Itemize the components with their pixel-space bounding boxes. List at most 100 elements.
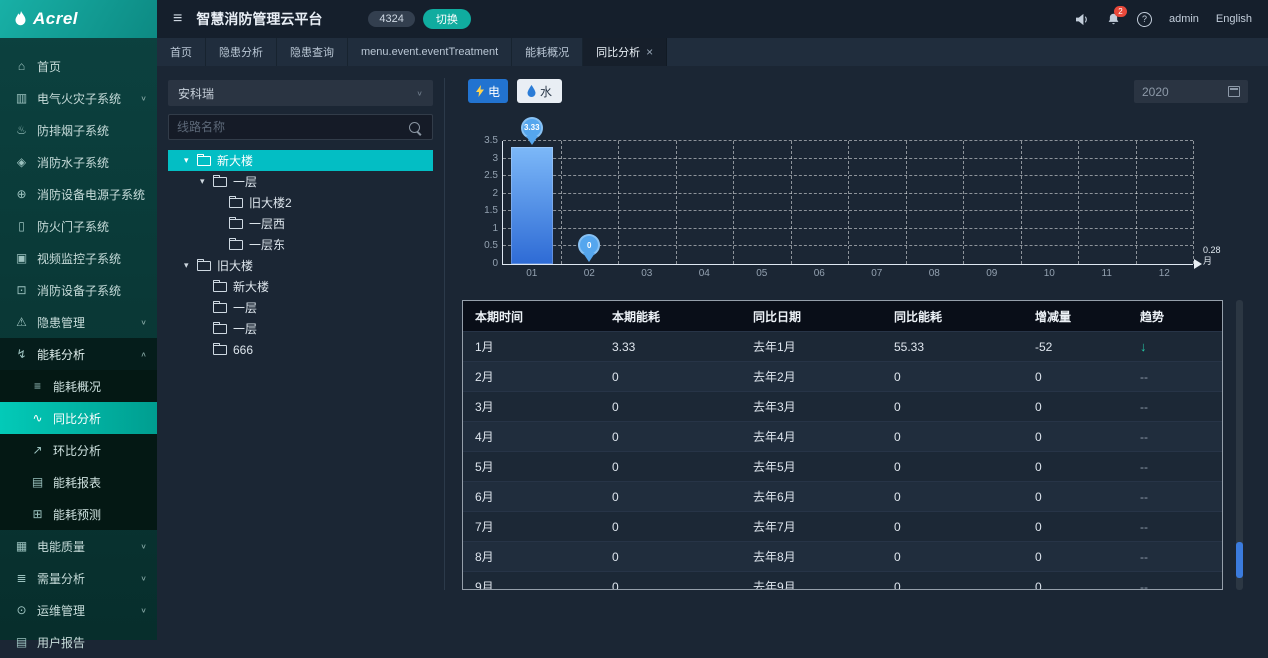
search-icon[interactable]	[409, 122, 420, 133]
folder-icon	[213, 303, 227, 313]
sidebar-item[interactable]: ▤用户报告	[0, 626, 157, 658]
tab[interactable]: 隐患查询	[277, 38, 348, 66]
table-cell: 去年3月	[741, 392, 882, 421]
y-tick-label: 3	[471, 153, 498, 164]
language-switch[interactable]: English	[1216, 13, 1252, 25]
help-icon[interactable]: ?	[1137, 12, 1152, 27]
switch-button[interactable]: 切换	[423, 9, 471, 29]
sidebar-subitem-label: 同比分析	[53, 410, 147, 427]
line-search-input[interactable]	[169, 120, 409, 134]
calendar-icon	[1228, 86, 1240, 97]
sidebar-item-label: 需量分析	[37, 570, 140, 587]
sidebar-item[interactable]: ▣视频监控子系统	[0, 242, 157, 274]
speaker-icon[interactable]	[1075, 13, 1090, 26]
x-tick-label: 07	[848, 268, 906, 279]
chevron-down-icon: ∨	[416, 89, 423, 98]
sidebar-item[interactable]: ⚠隐患管理∨	[0, 306, 157, 338]
tab[interactable]: menu.event.eventTreatment	[348, 38, 512, 66]
tab-bar: 首页隐患分析隐患查询menu.event.eventTreatment能耗概况同…	[157, 38, 1268, 66]
gridline	[791, 141, 792, 264]
tree-node[interactable]: ▾一层	[168, 171, 433, 192]
trend-flat-text: --	[1128, 542, 1222, 571]
tab[interactable]: 能耗概况	[512, 38, 583, 66]
sidebar-item[interactable]: ↯能耗分析∧	[0, 338, 157, 370]
sidebar-item[interactable]: ≣需量分析∨	[0, 562, 157, 594]
table-cell: 0	[882, 542, 1023, 571]
table-cell: 0	[600, 572, 741, 590]
sidebar-item[interactable]: ⊡消防设备子系统	[0, 274, 157, 306]
caret-down-icon[interactable]: ▾	[184, 155, 197, 166]
gridline	[1078, 141, 1079, 264]
user-report-icon: ▤	[14, 635, 29, 649]
sidebar-subitem[interactable]: ∿同比分析	[0, 402, 157, 434]
tab-close-icon[interactable]: ×	[646, 46, 653, 58]
folder-icon	[213, 324, 227, 334]
sidebar-item[interactable]: ▥电气火灾子系统∨	[0, 82, 157, 114]
sidebar-item[interactable]: ⊕消防设备电源子系统	[0, 178, 157, 210]
sidebar-item-label: 视频监控子系统	[37, 250, 147, 267]
org-dropdown[interactable]: 安科瑞 ∨	[168, 80, 433, 106]
sidebar-item-label: 隐患管理	[37, 314, 140, 331]
tree-node[interactable]: 旧大楼2	[168, 192, 433, 213]
tree-node[interactable]: 新大楼	[168, 276, 433, 297]
app-logo[interactable]: Acrel	[0, 0, 157, 38]
sidebar-subitem[interactable]: ⊞能耗预测	[0, 498, 157, 530]
scrollbar-track[interactable]	[1236, 300, 1243, 590]
sidebar-item[interactable]: ◈消防水子系统	[0, 146, 157, 178]
sidebar-item[interactable]: ⌂首页	[0, 50, 157, 82]
bell-icon[interactable]: 2	[1107, 12, 1120, 26]
x-tick-label: 04	[676, 268, 734, 279]
caret-down-icon[interactable]: ▾	[184, 260, 197, 271]
table-cell: 去年9月	[741, 572, 882, 590]
scrollbar-thumb[interactable]	[1236, 542, 1243, 578]
table-cell: 0	[1023, 572, 1128, 590]
sidebar-item-label: 消防设备子系统	[37, 282, 147, 299]
table-cell: 8月	[463, 542, 600, 571]
sidebar-subitem[interactable]: ≡能耗概况	[0, 370, 157, 402]
sidebar-subitem[interactable]: ↗环比分析	[0, 434, 157, 466]
sidebar-subitem[interactable]: ▤能耗报表	[0, 466, 157, 498]
tab[interactable]: 同比分析×	[583, 38, 667, 66]
username[interactable]: admin	[1169, 13, 1199, 25]
y-tick-label: 1	[471, 223, 498, 234]
tree-node[interactable]: ▾旧大楼	[168, 255, 433, 276]
sidebar-item-label: 首页	[37, 58, 147, 75]
table-cell: 9月	[463, 572, 600, 590]
notification-badge: 2	[1114, 6, 1127, 17]
table-header-cell: 本期能耗	[600, 301, 741, 331]
ops-icon: ⊙	[14, 603, 29, 617]
gridline	[561, 141, 562, 264]
power-icon: ⊕	[14, 187, 29, 201]
table-header-cell: 增减量	[1023, 301, 1128, 331]
tab[interactable]: 隐患分析	[206, 38, 277, 66]
tree-node[interactable]: 666	[168, 339, 433, 360]
tree-node[interactable]: 一层东	[168, 234, 433, 255]
chevron-up-icon: ∧	[140, 350, 147, 359]
axis-annotation: 0.28	[1203, 245, 1221, 256]
water-mode-button[interactable]: 水	[517, 79, 562, 103]
electric-mode-label: 电	[488, 83, 500, 100]
x-tick-label: 03	[618, 268, 676, 279]
sidebar-item-label: 能耗分析	[37, 346, 140, 363]
table-cell: 55.33	[882, 332, 1023, 361]
tree-node[interactable]: 一层西	[168, 213, 433, 234]
chevron-down-icon: ∨	[140, 574, 147, 583]
report-icon: ▤	[30, 475, 45, 489]
tab[interactable]: 首页	[157, 38, 206, 66]
tree-node[interactable]: ▾新大楼	[168, 150, 433, 171]
electric-mode-button[interactable]: 电	[468, 79, 508, 103]
sidebar-item[interactable]: ▦电能质量∨	[0, 530, 157, 562]
sidebar-item-label: 电能质量	[37, 538, 140, 555]
sidebar-menu: ⌂首页▥电气火灾子系统∨♨防排烟子系统◈消防水子系统⊕消防设备电源子系统▯防火门…	[0, 38, 157, 658]
year-picker[interactable]: 2020	[1134, 80, 1248, 103]
sidebar-item[interactable]: ▯防火门子系统	[0, 210, 157, 242]
org-dropdown-value: 安科瑞	[178, 85, 214, 102]
tree-node[interactable]: 一层	[168, 318, 433, 339]
sidebar-item[interactable]: ⊙运维管理∨	[0, 594, 157, 626]
chevron-down-icon: ∨	[140, 318, 147, 327]
collapse-sidebar-icon[interactable]: ≡	[173, 10, 182, 28]
caret-down-icon[interactable]: ▾	[200, 176, 213, 187]
tree-node[interactable]: 一层	[168, 297, 433, 318]
folder-icon	[213, 345, 227, 355]
sidebar-item[interactable]: ♨防排烟子系统	[0, 114, 157, 146]
